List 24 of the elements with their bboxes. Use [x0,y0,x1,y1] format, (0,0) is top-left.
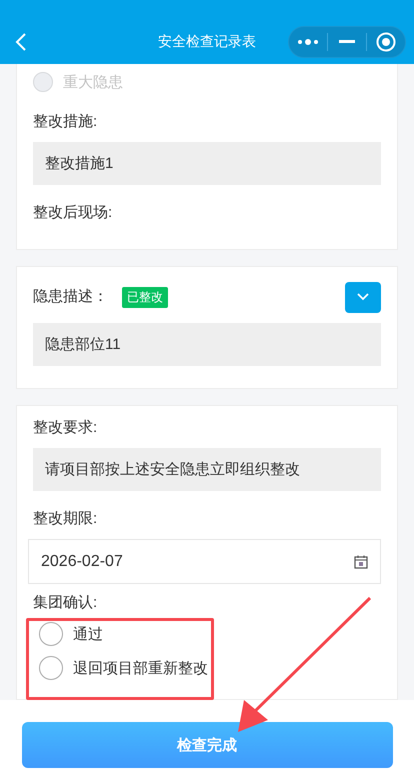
more-icon[interactable] [297,38,319,46]
radio-button[interactable] [39,622,63,646]
field-label: 整改要求: [33,418,98,438]
calendar-icon[interactable] [354,554,368,568]
status-tag: 已整改 [122,286,168,308]
option-label: 退回项目部重新整改 [73,658,208,678]
close-icon[interactable] [376,32,396,52]
page-title: 安全检查记录表 [158,33,256,51]
option-label: 通过 [73,624,103,644]
radio-button[interactable] [39,656,63,680]
option-label: 重大隐患 [63,72,123,92]
back-icon[interactable] [14,32,28,52]
field-label: 整改后现场: [33,203,114,223]
text-field[interactable]: 整改措施1 [33,142,381,185]
date-field[interactable]: 2026-02-07 [28,539,381,584]
text-field[interactable]: 请项目部按上述安全隐患立即组织整改 [33,448,381,491]
field-label: 集团确认: [33,594,98,612]
chevron-icon [357,293,369,301]
field-label: 整改措施: [33,112,98,132]
expand-button[interactable] [345,282,381,312]
field-label: 整改期限: [33,509,98,529]
field-label: 隐患描述： [33,287,108,307]
minimize-icon[interactable] [339,40,355,44]
text-field[interactable]: 隐患部位11 [33,323,381,366]
